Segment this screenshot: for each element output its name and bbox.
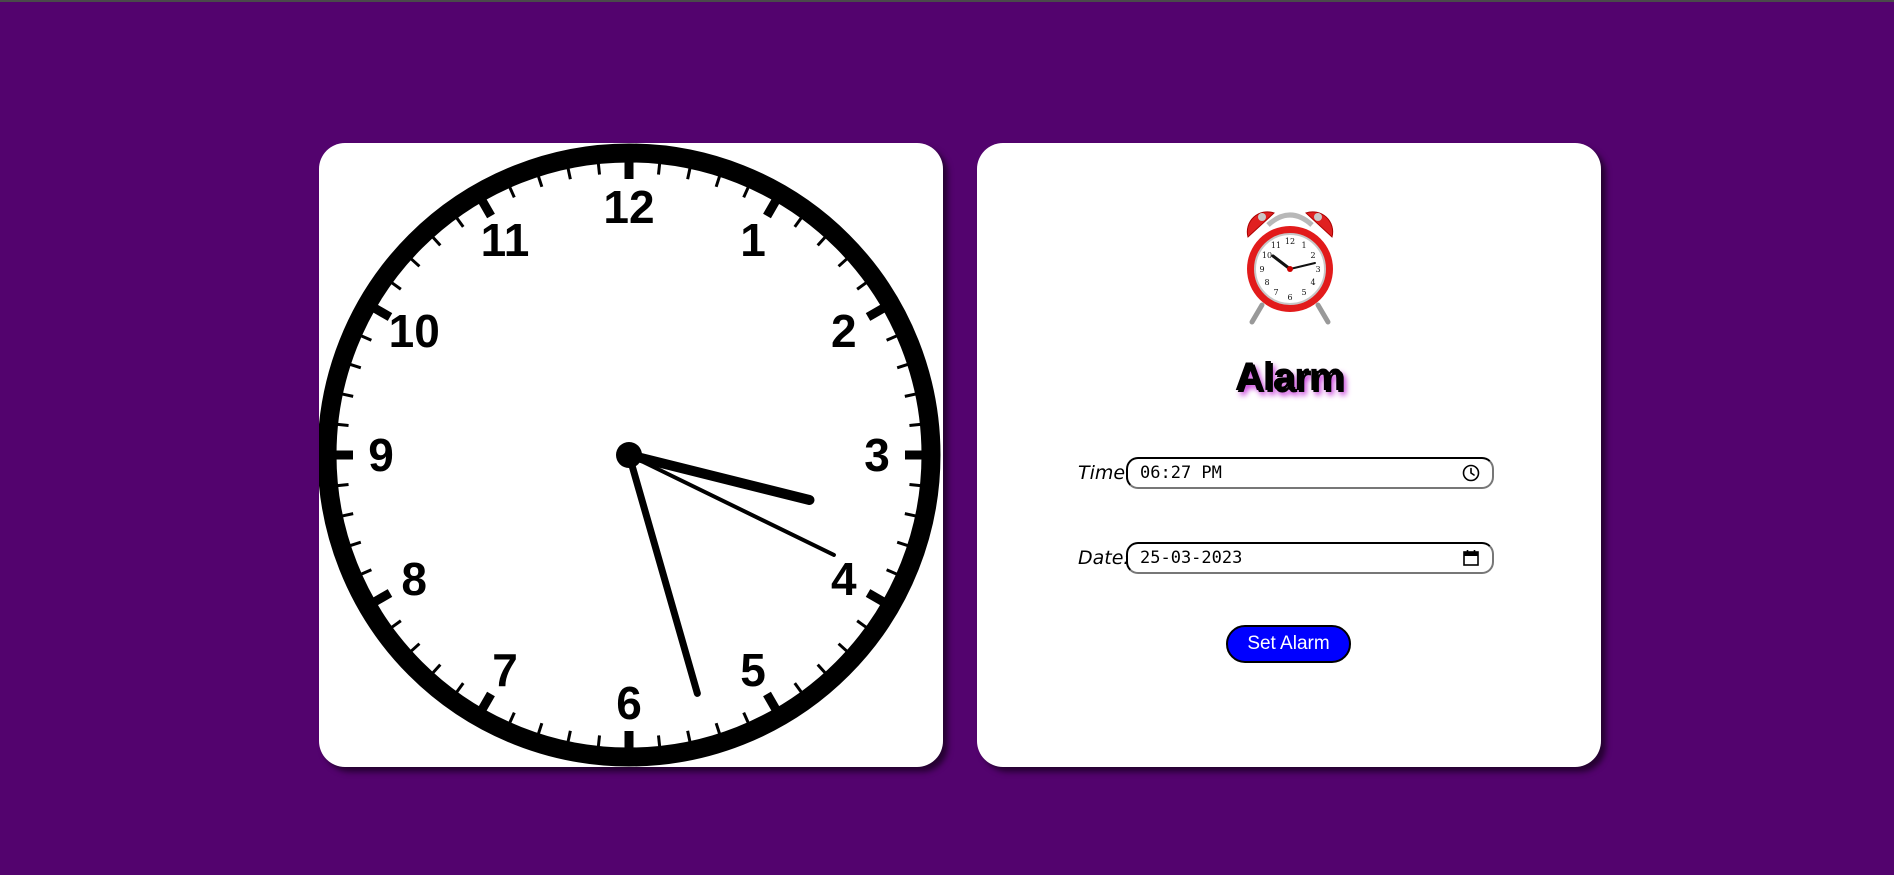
svg-text:12: 12 [1285, 237, 1295, 246]
minute-tick [337, 422, 349, 428]
calendar-icon[interactable] [1462, 549, 1480, 567]
alarm-clock-icon: 12 1 2 3 4 5 6 7 8 9 10 11 [1240, 203, 1340, 331]
minute-tick [656, 163, 662, 175]
clock-numeral: 12 [603, 181, 654, 233]
time-field-row: Time: 06:27 PM [1078, 454, 1494, 492]
svg-text:9: 9 [1259, 265, 1264, 274]
clock-numeral: 1 [740, 214, 766, 266]
clock-numeral: 10 [389, 305, 440, 357]
clock-numeral: 9 [368, 429, 394, 481]
svg-text:5: 5 [1301, 288, 1306, 297]
minute-tick [909, 482, 921, 488]
clock-numeral: 8 [401, 553, 427, 605]
time-label: Time: [1078, 462, 1132, 484]
date-label: Date: [1078, 547, 1130, 569]
time-input[interactable]: 06:27 PM [1126, 457, 1494, 489]
minute-tick [909, 422, 921, 428]
svg-text:7: 7 [1273, 288, 1278, 297]
minute-tick [656, 735, 662, 747]
svg-text:8: 8 [1264, 278, 1269, 287]
clock-numeral: 4 [831, 553, 857, 605]
svg-text:3: 3 [1315, 265, 1320, 274]
clock-numeral: 2 [831, 305, 857, 357]
clock-numeral: 7 [492, 644, 518, 696]
svg-text:11: 11 [1271, 241, 1281, 250]
date-value[interactable]: 25-03-2023 [1140, 548, 1242, 568]
svg-text:6: 6 [1287, 293, 1292, 302]
clock-numeral: 3 [864, 429, 890, 481]
alarm-card: 12 1 2 3 4 5 6 7 8 9 10 11 Alarm Time: 0… [977, 143, 1601, 767]
analog-clock: 121234567891011 [319, 143, 941, 767]
clock-numeral: 11 [481, 214, 530, 266]
clock-icon[interactable] [1462, 464, 1480, 482]
time-value[interactable]: 06:27 PM [1140, 463, 1222, 483]
svg-text:2: 2 [1310, 251, 1315, 260]
date-input[interactable]: 25-03-2023 [1126, 542, 1494, 574]
date-field-row: Date: 25-03-2023 [1078, 539, 1494, 577]
alarm-title: Alarm [1234, 355, 1344, 399]
minute-tick [596, 735, 602, 747]
svg-text:10: 10 [1262, 251, 1272, 260]
clock-numeral: 5 [740, 644, 766, 696]
svg-text:4: 4 [1310, 278, 1315, 287]
clock-center-pin [616, 442, 642, 468]
set-alarm-button[interactable]: Set Alarm [1226, 625, 1351, 663]
clock-numeral: 6 [616, 677, 642, 729]
minute-tick [596, 163, 602, 175]
minute-tick [337, 482, 349, 488]
svg-text:1: 1 [1301, 241, 1306, 250]
analog-clock-card: 12 1 2 3 4 5 6 7 8 9 10 11 [319, 143, 943, 767]
